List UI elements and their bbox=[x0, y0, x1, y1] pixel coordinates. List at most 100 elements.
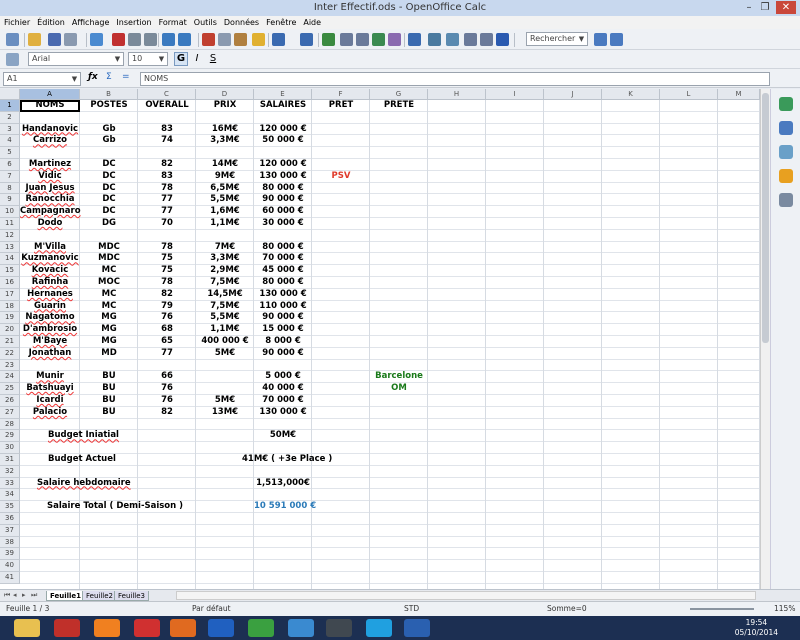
clone-icon[interactable] bbox=[252, 33, 265, 46]
price-cell[interactable]: 1,6M€ bbox=[196, 206, 254, 218]
salary-cell[interactable]: 30 000 € bbox=[254, 218, 312, 230]
position-cell[interactable]: MC bbox=[80, 289, 138, 301]
price-cell[interactable]: 2,9M€ bbox=[196, 265, 254, 277]
overall-cell[interactable]: 83 bbox=[138, 171, 196, 183]
overall-cell[interactable]: 75 bbox=[138, 253, 196, 265]
menu-item-3[interactable]: Insertion bbox=[116, 18, 151, 27]
app-icon[interactable] bbox=[54, 619, 80, 637]
summary-value[interactable]: 41M€ ( +3e Place ) bbox=[196, 454, 332, 466]
price-cell[interactable]: 3,3M€ bbox=[196, 253, 254, 265]
gallery-icon[interactable] bbox=[779, 145, 793, 159]
position-cell[interactable]: DG bbox=[80, 218, 138, 230]
summary-label[interactable]: Budget Actuel bbox=[20, 454, 196, 466]
player-name-cell[interactable]: Ranocchia bbox=[20, 194, 80, 206]
save-icon[interactable] bbox=[48, 33, 61, 46]
row-header[interactable]: 32 bbox=[0, 465, 20, 478]
salary-cell[interactable]: 90 000 € bbox=[254, 348, 312, 360]
row-header[interactable]: 19 bbox=[0, 312, 20, 325]
chevron-down-icon[interactable]: ▼ bbox=[577, 34, 586, 44]
overall-cell[interactable]: 70 bbox=[138, 218, 196, 230]
salary-cell[interactable]: 90 000 € bbox=[254, 194, 312, 206]
openoffice-icon[interactable] bbox=[404, 619, 430, 637]
firefox-icon[interactable] bbox=[170, 619, 196, 637]
hyperlink-icon[interactable] bbox=[322, 33, 335, 46]
salary-cell[interactable]: 8 000 € bbox=[254, 336, 312, 348]
overall-cell[interactable]: 76 bbox=[138, 395, 196, 407]
cut-icon[interactable] bbox=[202, 33, 215, 46]
salary-cell[interactable]: 90 000 € bbox=[254, 312, 312, 324]
header-cell[interactable]: PRIX bbox=[196, 100, 254, 112]
column-header-c[interactable]: C bbox=[138, 89, 196, 100]
spellcheck-icon[interactable] bbox=[162, 33, 175, 46]
player-name-cell[interactable]: Dodo bbox=[20, 218, 80, 230]
overall-cell[interactable]: 82 bbox=[138, 407, 196, 419]
row-header[interactable]: 35 bbox=[0, 501, 20, 513]
font-size-combo[interactable]: 10 ▼ bbox=[128, 52, 168, 66]
player-name-cell[interactable]: Guarin bbox=[20, 301, 80, 313]
gallery-icon[interactable] bbox=[446, 33, 459, 46]
price-cell[interactable]: 14,5M€ bbox=[196, 289, 254, 301]
find-prev-icon[interactable] bbox=[610, 33, 623, 46]
row-header[interactable]: 41 bbox=[0, 572, 20, 584]
summary-label[interactable]: Budget Iniatial bbox=[20, 430, 196, 442]
summary-label[interactable]: Salaire Total ( Demi-Saison ) bbox=[20, 501, 196, 513]
row-header[interactable]: 40 bbox=[0, 560, 20, 572]
price-cell[interactable]: 13M€ bbox=[196, 407, 254, 419]
header-cell[interactable]: PRETE bbox=[370, 100, 428, 112]
price-cell[interactable]: 1,1M€ bbox=[196, 324, 254, 336]
player-name-cell[interactable]: Campagnaro bbox=[20, 206, 81, 218]
player-name-cell[interactable]: Batshuayi bbox=[20, 383, 80, 395]
overall-cell[interactable]: 66 bbox=[138, 371, 196, 383]
row-header[interactable]: 1 bbox=[0, 100, 20, 112]
overall-cell[interactable]: 83 bbox=[138, 124, 196, 136]
row-header[interactable]: 5 bbox=[0, 147, 20, 159]
chrome-icon[interactable] bbox=[248, 619, 274, 637]
menu-item-4[interactable]: Format bbox=[159, 18, 187, 27]
position-cell[interactable]: DC bbox=[80, 159, 138, 171]
tab-nav-next-icon[interactable]: ▸ bbox=[22, 591, 26, 599]
tab-nav-prev-icon[interactable]: ◂ bbox=[13, 591, 17, 599]
tab-nav-last-icon[interactable]: ⏭ bbox=[31, 591, 37, 600]
skype-icon[interactable] bbox=[366, 619, 392, 637]
zoom-slider[interactable] bbox=[690, 608, 754, 610]
salary-cell[interactable]: 130 000 € bbox=[254, 289, 312, 301]
overall-cell[interactable]: 77 bbox=[138, 206, 196, 218]
player-name-cell[interactable]: Martinez bbox=[20, 159, 80, 171]
edit-icon[interactable] bbox=[90, 33, 103, 46]
price-cell[interactable]: 14M€ bbox=[196, 159, 254, 171]
row-header[interactable]: 20 bbox=[0, 324, 20, 336]
row-header[interactable]: 17 bbox=[0, 288, 20, 301]
restore-icon[interactable]: ❐ bbox=[758, 1, 772, 14]
new-icon[interactable] bbox=[6, 33, 19, 46]
equals-icon[interactable]: = bbox=[122, 72, 130, 82]
price-cell[interactable]: 5M€ bbox=[196, 348, 254, 360]
salary-cell[interactable]: 40 000 € bbox=[254, 383, 312, 395]
functions-icon[interactable] bbox=[779, 193, 793, 207]
app-icon[interactable] bbox=[288, 619, 314, 637]
paste-icon[interactable] bbox=[234, 33, 247, 46]
scrollbar-thumb[interactable] bbox=[762, 93, 769, 343]
salary-cell[interactable]: 50 000 € bbox=[254, 135, 312, 147]
overall-cell[interactable]: 79 bbox=[138, 301, 196, 313]
row-header[interactable]: 3 bbox=[0, 123, 20, 136]
player-name-cell[interactable]: D'ambrosio bbox=[20, 324, 80, 336]
salary-cell[interactable]: 110 000 € bbox=[254, 301, 312, 313]
column-header-a[interactable]: A bbox=[20, 89, 80, 100]
price-cell[interactable]: 3,3M€ bbox=[196, 135, 254, 147]
tab-nav-first-icon[interactable]: ⏮ bbox=[4, 591, 10, 600]
salary-cell[interactable]: 80 000 € bbox=[254, 183, 312, 195]
price-cell[interactable]: 16M€ bbox=[196, 124, 254, 136]
player-name-cell[interactable]: Vidic bbox=[20, 171, 80, 183]
horizontal-scrollbar[interactable] bbox=[176, 591, 756, 600]
overall-cell[interactable]: 65 bbox=[138, 336, 196, 348]
menu-item-2[interactable]: Affichage bbox=[72, 18, 110, 27]
overall-cell[interactable]: 78 bbox=[138, 242, 196, 254]
price-cell[interactable]: 7,5M€ bbox=[196, 301, 254, 313]
styles-icon[interactable] bbox=[779, 121, 793, 135]
row-header[interactable]: 18 bbox=[0, 300, 20, 313]
sort-desc-icon[interactable] bbox=[356, 33, 369, 46]
overall-cell[interactable]: 76 bbox=[138, 312, 196, 324]
player-name-cell[interactable]: Munir bbox=[20, 371, 80, 383]
position-cell[interactable]: BU bbox=[80, 395, 138, 407]
bold-button[interactable]: G bbox=[174, 52, 188, 66]
